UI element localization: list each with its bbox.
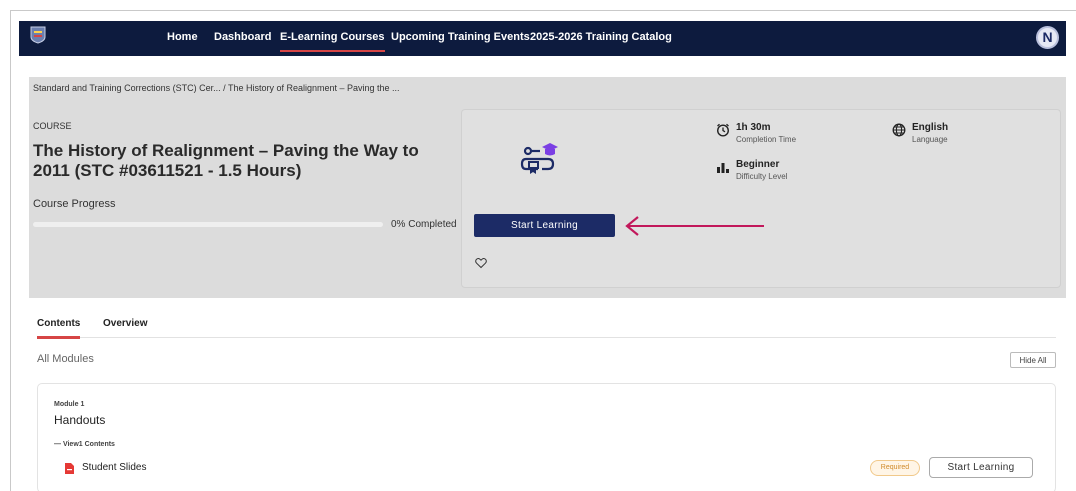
hide-all-button[interactable]: Hide All bbox=[1010, 352, 1056, 368]
required-badge: Required bbox=[870, 460, 920, 476]
breadcrumb-current: The History of Realignment – Paving the … bbox=[227, 83, 400, 93]
language-value: English bbox=[912, 122, 949, 133]
course-certificate-icon bbox=[520, 143, 558, 174]
level-value: Beginner bbox=[736, 159, 780, 170]
item-start-learning-button[interactable]: Start Learning bbox=[929, 457, 1033, 478]
breadcrumb: Standard and Training Corrections (STC) … bbox=[33, 83, 400, 93]
stc-logo-icon[interactable] bbox=[30, 26, 46, 44]
course-info-card: Start Learning 1h 30m Completion Time Be… bbox=[461, 109, 1061, 288]
progress-label: Course Progress bbox=[33, 198, 116, 210]
content-tabs: Contents Overview bbox=[37, 318, 1056, 339]
user-avatar[interactable]: N bbox=[1036, 26, 1059, 49]
nav-item-events[interactable]: Upcoming Training Events bbox=[391, 31, 530, 43]
module-card: Module 1 Handouts — View1 Contents Stude… bbox=[37, 383, 1056, 491]
heart-icon[interactable] bbox=[475, 257, 487, 269]
globe-icon bbox=[892, 123, 906, 137]
level-label: Difficulty Level bbox=[736, 172, 788, 181]
module-number: Module 1 bbox=[54, 401, 85, 408]
nav-item-elearning[interactable]: E-Learning Courses bbox=[280, 31, 385, 52]
bar-chart-icon bbox=[717, 163, 729, 173]
duration-value: 1h 30m bbox=[736, 122, 771, 133]
language-label: Language bbox=[912, 135, 948, 144]
view-contents-toggle[interactable]: — View1 Contents bbox=[54, 441, 115, 448]
course-header: Standard and Training Corrections (STC) … bbox=[29, 77, 1066, 298]
progress-text: 0% Completed bbox=[391, 219, 457, 230]
breadcrumb-separator: / bbox=[223, 83, 226, 93]
all-modules-label: All Modules bbox=[37, 353, 94, 365]
tab-contents[interactable]: Contents bbox=[37, 318, 81, 339]
page-title: The History of Realignment – Paving the … bbox=[33, 141, 419, 180]
breadcrumb-parent[interactable]: Standard and Training Corrections (STC) … bbox=[33, 83, 221, 93]
progress-bar bbox=[33, 222, 383, 227]
content-item-name[interactable]: Student Slides bbox=[82, 462, 147, 473]
nav-item-home[interactable]: Home bbox=[167, 31, 198, 43]
clock-icon bbox=[716, 123, 730, 137]
duration-label: Completion Time bbox=[736, 135, 797, 144]
tab-overview[interactable]: Overview bbox=[103, 318, 147, 336]
pdf-file-icon bbox=[65, 463, 74, 474]
module-name: Handouts bbox=[54, 413, 106, 427]
nav-item-dashboard[interactable]: Dashboard bbox=[214, 31, 271, 43]
course-kicker: COURSE bbox=[33, 121, 72, 131]
nav-item-catalog[interactable]: 2025-2026 Training Catalog bbox=[530, 31, 672, 43]
top-nav: Home Dashboard E-Learning Courses Upcomi… bbox=[19, 21, 1066, 56]
red-arrow-annotation bbox=[625, 216, 764, 236]
start-learning-button[interactable]: Start Learning bbox=[474, 214, 615, 237]
